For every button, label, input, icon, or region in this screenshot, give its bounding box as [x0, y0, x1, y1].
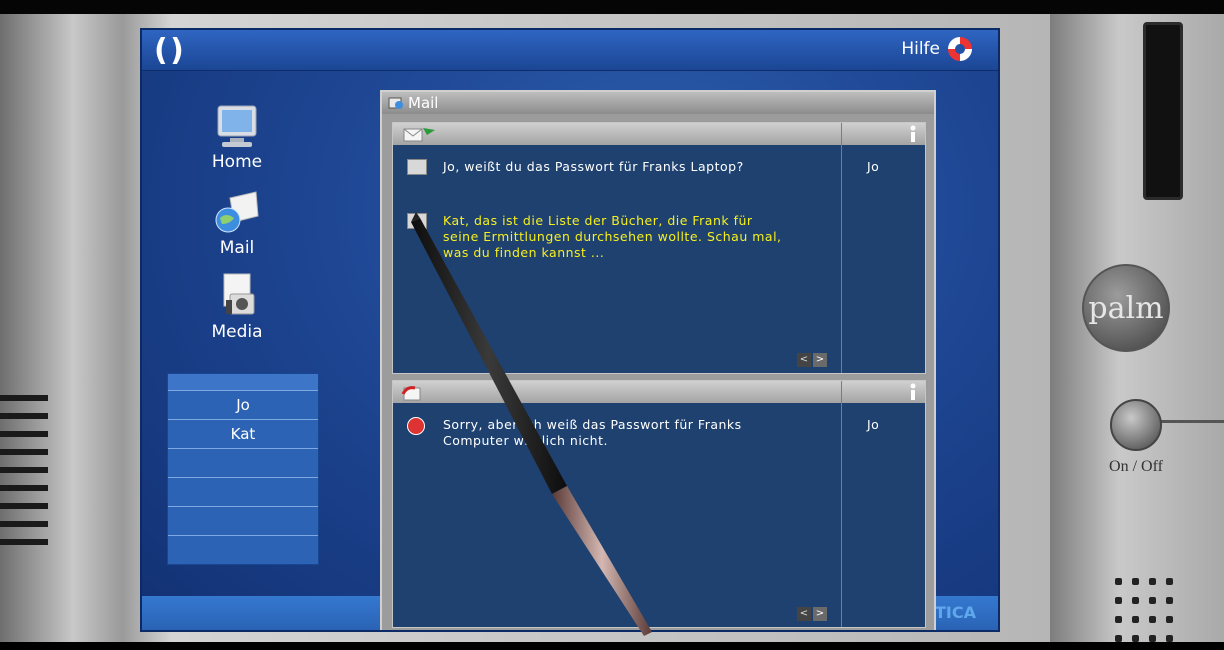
prev-page-button[interactable]: < — [797, 353, 811, 367]
contact-list-header — [168, 374, 318, 391]
reply-icon — [407, 417, 425, 435]
pda-device: palm On / Off ( ) Hilfe Home Mail Media … — [0, 0, 1224, 642]
mail-title: Mail — [408, 94, 439, 112]
next-page-button[interactable]: > — [813, 607, 827, 621]
message-recipient: Jo — [867, 417, 880, 432]
help-label: Hilfe — [901, 39, 940, 59]
media-icon — [223, 273, 255, 315]
card-slot — [1143, 22, 1183, 200]
contact-item — [168, 449, 318, 478]
envelope-icon — [407, 159, 427, 175]
message-text: Jo, weißt du das Passwort für Franks Lap… — [443, 159, 744, 174]
top-border — [0, 0, 1224, 14]
nav-label: Media — [211, 322, 263, 342]
contact-item[interactable]: Jo — [168, 391, 318, 420]
palm-logo: palm — [1082, 264, 1170, 352]
prev-page-button[interactable]: < — [797, 607, 811, 621]
right-bezel: palm On / Off — [1050, 14, 1224, 642]
envelope-icon — [407, 213, 427, 229]
next-page-button[interactable]: > — [813, 353, 827, 367]
power-line — [1152, 420, 1224, 423]
inbox-pane: Jo, weißt du das Passwort für Franks Lap… — [392, 122, 926, 374]
left-speaker-grille — [0, 395, 48, 565]
recipient-info-icon — [910, 383, 916, 400]
inbox-message[interactable]: Kat, das ist die Liste der Bücher, die F… — [407, 213, 917, 281]
nav-home[interactable]: Home — [182, 102, 292, 172]
message-text: Kat, das ist die Liste der Bücher, die F… — [443, 213, 782, 260]
contact-item — [168, 507, 318, 536]
message-text: Sorry, aber ich weiß das Passwort für Fr… — [443, 417, 742, 448]
envelope-flag-icon — [403, 128, 435, 142]
palm-logo-text: palm — [1088, 290, 1164, 326]
nav-mail[interactable]: Mail — [182, 188, 292, 258]
inbox-message[interactable]: Jo, weißt du das Passwort für Franks Lap… — [407, 159, 917, 193]
mail-title-bar: Mail — [382, 92, 934, 114]
power-label: On / Off — [1109, 458, 1163, 475]
power-button[interactable] — [1110, 399, 1162, 451]
sync-logo-icon: ( ) — [154, 33, 184, 68]
nav-label: Home — [211, 152, 263, 172]
contact-item[interactable]: Kat — [168, 420, 318, 449]
bottom-brand: TICA — [935, 603, 976, 622]
message-sender: Jo — [867, 159, 880, 174]
reply-envelope-icon — [401, 386, 421, 401]
monitor-icon — [217, 105, 257, 147]
mail-window: Mail Jo, weißt du das Passwort für Frank… — [380, 90, 936, 630]
screen: ( ) Hilfe Home Mail Media Jo Kat TICA Ma… — [140, 28, 1000, 632]
contact-list: Jo Kat — [167, 373, 319, 565]
screen-header: ( ) Hilfe — [142, 30, 998, 71]
column-separator — [841, 381, 842, 403]
speaker-grille — [1110, 574, 1190, 642]
inbox-pager: < > — [797, 353, 829, 367]
column-separator — [841, 123, 842, 145]
lifebuoy-icon — [948, 37, 972, 61]
sender-info-icon — [910, 125, 916, 142]
outbox-header — [393, 381, 925, 403]
outbox-pager: < > — [797, 607, 829, 621]
inbox-header — [393, 123, 925, 145]
help-button[interactable]: Hilfe — [901, 37, 972, 61]
contact-item — [168, 478, 318, 507]
nav-label: Mail — [219, 238, 255, 258]
outbox-pane: Sorry, aber ich weiß das Passwort für Fr… — [392, 380, 926, 628]
mail-window-icon — [388, 97, 403, 109]
mail-globe-icon — [215, 191, 259, 233]
outbox-message[interactable]: Sorry, aber ich weiß das Passwort für Fr… — [407, 417, 917, 451]
nav-media[interactable]: Media — [182, 272, 292, 342]
